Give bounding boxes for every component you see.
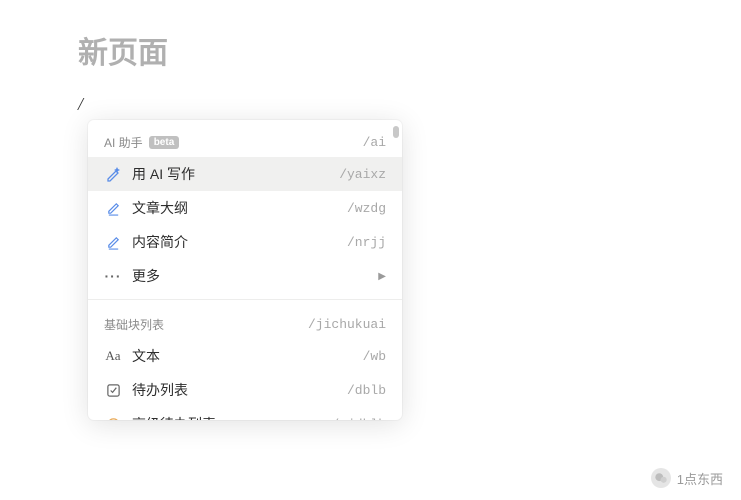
menu-item-label: 待办列表 bbox=[132, 380, 188, 400]
section-header-ai: AI 助手 beta /ai bbox=[88, 124, 402, 157]
menu-item-shortcut: /gjdblb bbox=[331, 417, 386, 421]
section-shortcut: /ai bbox=[363, 135, 386, 150]
watermark-text: 1点东西 bbox=[677, 469, 723, 488]
menu-item-label: 内容简介 bbox=[132, 232, 188, 252]
section-shortcut: /jichukuai bbox=[308, 317, 386, 332]
wechat-icon bbox=[651, 468, 671, 488]
more-icon: ··· bbox=[104, 267, 122, 285]
menu-item-shortcut: /nrjj bbox=[347, 235, 386, 250]
slash-trigger: / bbox=[78, 94, 83, 115]
menu-item-outline[interactable]: 文章大纲 /wzdg bbox=[88, 191, 402, 225]
menu-item-shortcut: /wzdg bbox=[347, 201, 386, 216]
menu-item-ai-write[interactable]: 用 AI 写作 /yaixz bbox=[88, 157, 402, 191]
menu-item-label: 高级待办列表 bbox=[132, 414, 216, 420]
page-title[interactable]: 新页面 bbox=[78, 28, 168, 72]
menu-item-shortcut: /wb bbox=[363, 349, 386, 364]
menu-item-text[interactable]: Aa 文本 /wb bbox=[88, 339, 402, 373]
menu-item-todo[interactable]: 待办列表 /dblb bbox=[88, 373, 402, 407]
menu-item-shortcut: /yaixz bbox=[339, 167, 386, 182]
menu-item-adv-todo[interactable]: 高级待办列表 /gjdblb bbox=[88, 407, 402, 420]
menu-item-label: 更多 bbox=[132, 266, 160, 286]
pencil-icon bbox=[104, 233, 122, 251]
menu-item-label: 文本 bbox=[132, 346, 160, 366]
pencil-icon bbox=[104, 199, 122, 217]
slash-command-dropdown: AI 助手 beta /ai 用 AI 写作 /yaixz 文章大纲 /wzdg… bbox=[88, 120, 402, 420]
footer-watermark: 1点东西 bbox=[651, 468, 723, 488]
checkbox-adv-icon bbox=[104, 415, 122, 420]
divider bbox=[88, 299, 402, 300]
text-icon: Aa bbox=[104, 347, 122, 365]
section-label: 基础块列表 bbox=[104, 316, 164, 333]
ai-write-icon bbox=[104, 165, 122, 183]
menu-item-more[interactable]: ··· 更多 ▶ bbox=[88, 259, 402, 293]
menu-item-summary[interactable]: 内容简介 /nrjj bbox=[88, 225, 402, 259]
beta-badge: beta bbox=[149, 136, 180, 149]
menu-item-shortcut: /dblb bbox=[347, 383, 386, 398]
section-header-basic: 基础块列表 /jichukuai bbox=[88, 306, 402, 339]
menu-item-label: 用 AI 写作 bbox=[132, 164, 195, 184]
menu-item-label: 文章大纲 bbox=[132, 198, 188, 218]
scroll-thumb[interactable] bbox=[393, 126, 399, 138]
chevron-right-icon: ▶ bbox=[378, 271, 386, 282]
section-label: AI 助手 bbox=[104, 134, 143, 151]
checkbox-icon bbox=[104, 381, 122, 399]
